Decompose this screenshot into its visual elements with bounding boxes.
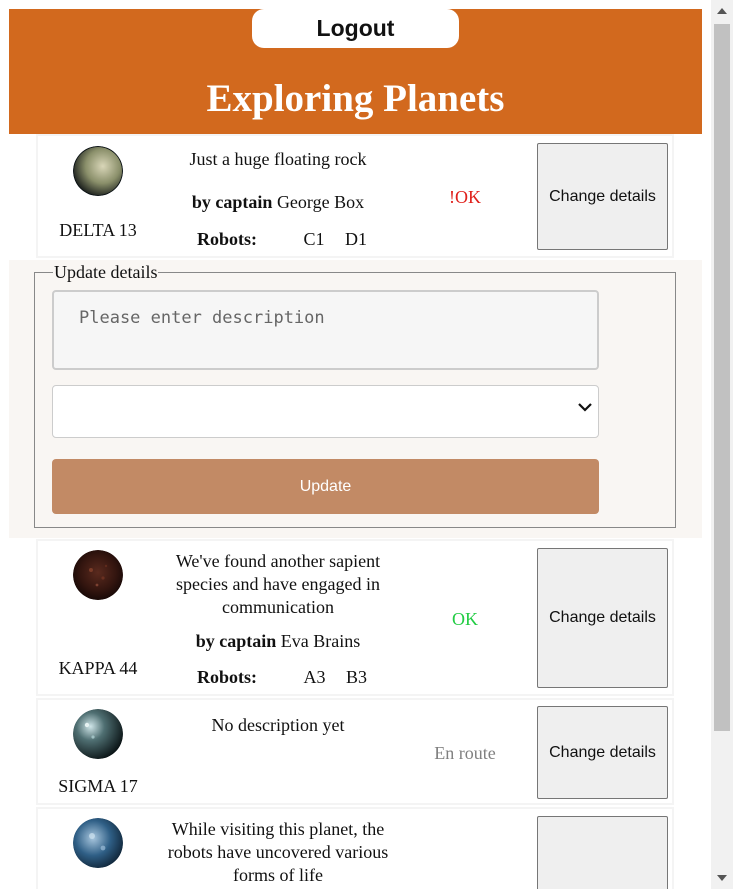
captain-prefix: by captain [191,192,273,212]
status-select[interactable] [52,385,599,438]
planet-name: KAPPA 44 [58,658,138,678]
planet-captain: by captain Eva Brains [158,631,398,652]
scrollbar-thumb[interactable] [714,24,730,731]
planet-captain: by captain George Box [158,192,398,213]
planet-description: We've found another sapient species and … [175,551,381,617]
planet-image [73,709,123,759]
planet-description: While visiting this planet, the robots h… [167,819,389,885]
planet-card: While visiting this planet, the robots h… [36,807,674,889]
planet-image [73,550,123,600]
logout-button[interactable]: Logout [252,9,459,48]
planet-image [73,146,123,196]
change-details-button[interactable] [537,816,668,889]
page-viewport: Logout Exploring Planets DELTA 13 Just a… [0,0,711,889]
status-badge: En route [434,743,496,763]
captain-prefix: by captain [195,631,277,651]
page-title: Exploring Planets [206,77,505,120]
robots-label: Robots: [197,229,258,249]
planet-name: DELTA 13 [59,220,137,240]
robot-item: C1 [303,229,325,249]
planet-robots: Robots: C1 D1 [197,229,367,250]
planet-description: No description yet [211,715,345,735]
change-details-button[interactable]: Change details [537,143,668,250]
planet-description: Just a huge floating rock [189,149,367,169]
update-details-legend: Update details [54,262,158,282]
robot-item: A3 [303,667,326,687]
robot-item: B3 [346,667,368,687]
page-header: Logout Exploring Planets [9,9,702,134]
captain-name: Eva Brains [280,631,361,651]
planet-card-delta-13: DELTA 13 Just a huge floating rock by ca… [36,134,674,258]
vertical-scrollbar[interactable] [711,0,733,889]
robots-label: Robots: [197,667,258,687]
planet-robots: Robots: A3 B3 [197,667,367,688]
scroll-down-arrow-icon[interactable] [711,867,733,889]
planet-card-kappa-44: KAPPA 44 We've found another sapient spe… [36,539,674,696]
robot-item: D1 [345,229,368,249]
scroll-up-arrow-icon[interactable] [711,0,733,22]
change-details-button[interactable]: Change details [537,548,668,688]
planet-name: SIGMA 17 [58,776,138,796]
planet-card-sigma-17: SIGMA 17 No description yet En route Cha… [36,698,674,805]
description-input[interactable]: Please enter description [52,290,599,370]
status-badge: !OK [449,187,481,207]
captain-name: George Box [276,192,365,212]
update-details-panel: Update details Please enter description … [9,260,702,538]
chevron-down-icon [578,403,592,412]
change-details-button[interactable]: Change details [537,706,668,799]
update-button[interactable]: Update [52,459,599,514]
planet-image [73,818,123,868]
status-badge: OK [452,609,478,629]
